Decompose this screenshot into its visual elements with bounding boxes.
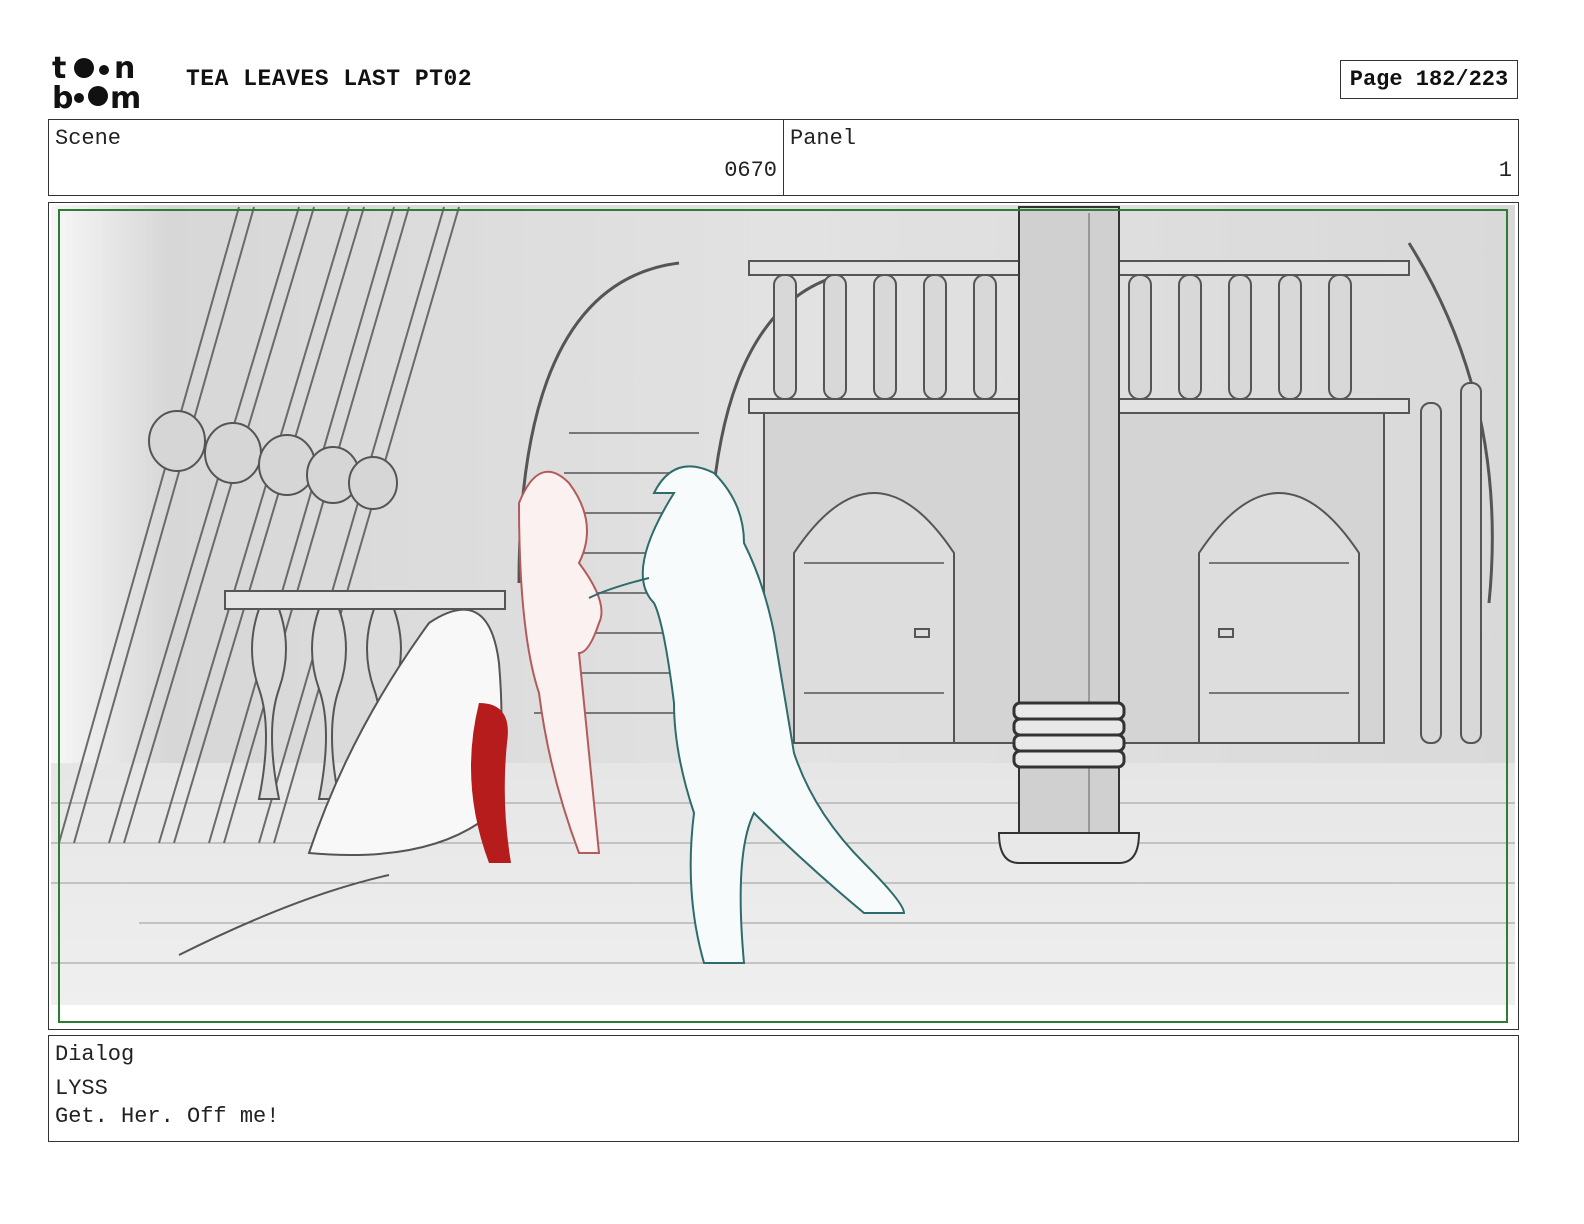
scene-label: Scene xyxy=(55,126,122,151)
storyboard-sketch-ship-deck-icon xyxy=(51,205,1515,1023)
project-title: TEA LEAVES LAST PT02 xyxy=(186,66,473,92)
svg-text:b: b xyxy=(52,81,73,112)
scene-number: 0670 xyxy=(724,158,777,183)
dialog-box: Dialog LYSS Get. Her. Off me! xyxy=(48,1035,1519,1142)
panel-number: 1 xyxy=(1498,158,1512,183)
toon-boom-logo-icon: t n b m xyxy=(52,50,164,116)
dialog-label: Dialog xyxy=(55,1042,135,1067)
panel-label: Panel xyxy=(790,126,857,151)
svg-text:m: m xyxy=(110,81,141,112)
dialog-character: LYSS xyxy=(55,1076,108,1101)
page-indicator: Page 182/223 xyxy=(1340,60,1518,99)
scene-cell: Scene 0670 xyxy=(49,120,783,195)
scene-panel-info: Scene 0670 Panel 1 xyxy=(48,119,1519,196)
panel-cell: Panel 1 xyxy=(783,120,1518,195)
storyboard-panel xyxy=(48,202,1519,1030)
dialog-line: Get. Her. Off me! xyxy=(55,1104,280,1129)
